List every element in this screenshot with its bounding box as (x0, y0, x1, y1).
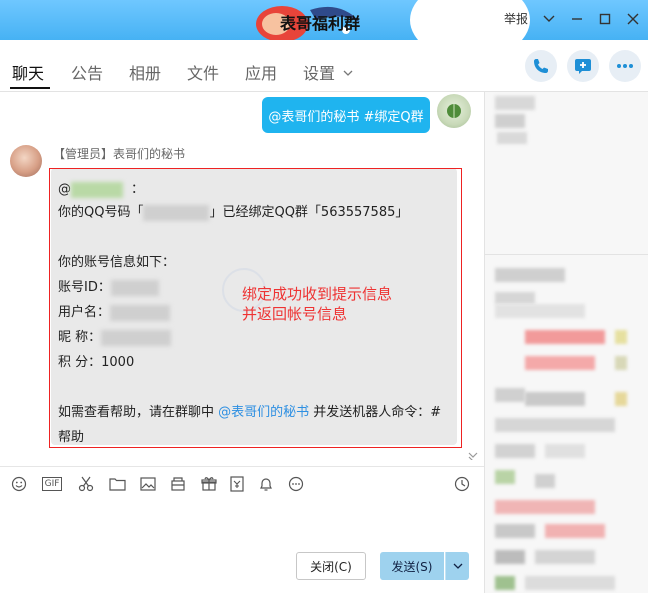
blurred-member-item (495, 96, 535, 110)
title-bar: 表哥福利群 举报 (0, 0, 648, 40)
sender-name[interactable]: 【管理员】表哥们的秘书 (53, 145, 185, 162)
input-toolbar: GIF (0, 466, 484, 500)
blurred-member-item (495, 524, 535, 538)
phone-call-button[interactable] (525, 50, 557, 82)
maximize-icon[interactable] (598, 12, 612, 26)
window-title: 表哥福利群 (280, 14, 361, 33)
chevron-down-icon (453, 563, 462, 569)
my-message-bubble[interactable]: @表哥们的秘书 #绑定Q群 (262, 97, 430, 133)
sender-avatar[interactable] (10, 145, 42, 177)
settings-chevron-icon[interactable] (343, 66, 353, 81)
blurred-member-item (495, 500, 595, 514)
blurred-member-item (535, 550, 595, 564)
blurred-member-item (495, 292, 535, 304)
blurred-member-item (615, 356, 627, 370)
my-avatar[interactable] (437, 94, 471, 128)
blurred-member-item (495, 304, 585, 318)
annotation-highlight-box (49, 168, 462, 448)
send-button[interactable]: 发送(S) (380, 552, 444, 580)
blurred-member-item (525, 330, 605, 344)
image-icon[interactable] (139, 475, 157, 493)
blurred-member-item (495, 268, 565, 282)
tab-apps[interactable]: 应用 (245, 60, 277, 84)
group-member-panel[interactable] (485, 92, 648, 593)
blurred-member-item (615, 330, 627, 344)
active-tab-indicator (10, 87, 50, 89)
scroll-down-icon[interactable] (468, 452, 478, 463)
more-options-button[interactable] (609, 50, 641, 82)
blurred-member-item (497, 132, 527, 144)
gif-label: GIF (41, 477, 63, 491)
blurred-member-item (535, 474, 555, 488)
blurred-member-item (525, 392, 585, 406)
history-icon[interactable] (453, 475, 471, 493)
close-icon[interactable] (626, 12, 640, 26)
blurred-member-item (495, 576, 515, 590)
blurred-member-item (495, 550, 525, 564)
tab-announcement[interactable]: 公告 (71, 60, 103, 84)
red-packet-icon[interactable] (228, 475, 246, 493)
chevron-down-icon[interactable] (542, 12, 556, 26)
blurred-member-item (495, 114, 525, 128)
minimize-icon[interactable] (570, 12, 584, 26)
bell-icon[interactable] (257, 475, 275, 493)
emoji-icon[interactable] (10, 475, 28, 493)
tab-chat[interactable]: 聊天 (12, 60, 44, 84)
blurred-member-item (495, 470, 515, 484)
send-options-button[interactable] (445, 552, 469, 580)
report-link[interactable]: 举报 (504, 10, 528, 27)
blurred-member-item (615, 392, 627, 406)
add-message-button[interactable] (567, 50, 599, 82)
blurred-member-item (545, 524, 605, 538)
gift-box-icon[interactable] (169, 475, 187, 493)
blurred-member-item (495, 444, 535, 458)
gif-icon[interactable]: GIF (40, 475, 64, 493)
blurred-member-item (495, 388, 525, 402)
ellipsis-icon (617, 64, 633, 68)
folder-icon[interactable] (108, 475, 126, 493)
blurred-member-item (495, 418, 615, 432)
scissors-icon[interactable] (77, 475, 95, 493)
window-controls: 举报 (504, 10, 640, 27)
blurred-member-item (545, 444, 585, 458)
tab-files[interactable]: 文件 (187, 60, 219, 84)
leaf-avatar-icon (447, 104, 461, 118)
tab-album[interactable]: 相册 (129, 60, 161, 84)
panel-section-divider (485, 254, 648, 255)
tab-settings[interactable]: 设置 (303, 60, 335, 84)
gift-icon[interactable] (200, 475, 218, 493)
chat-plus-icon (575, 59, 591, 74)
close-button[interactable]: 关闭(C) (296, 552, 366, 580)
more-icon[interactable] (287, 475, 305, 493)
blurred-member-item (525, 576, 615, 590)
blurred-member-item (525, 356, 595, 370)
phone-icon (534, 59, 548, 73)
